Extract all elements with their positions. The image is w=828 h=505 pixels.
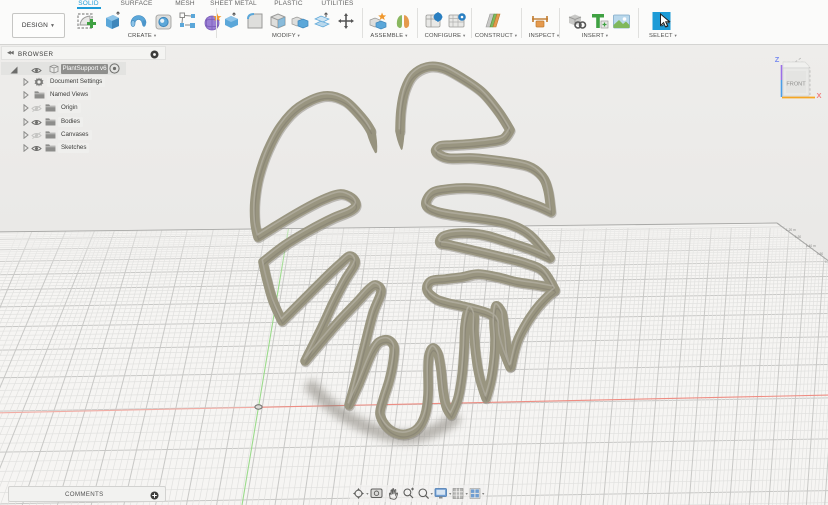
svg-text:1.40 m: 1.40 m <box>806 244 816 248</box>
svg-text:1.30: 1.30 <box>795 235 801 239</box>
svg-text:Z: Z <box>775 55 780 64</box>
svg-text:X: X <box>816 91 821 100</box>
svg-text:1.50: 1.50 <box>817 252 823 256</box>
svg-text:1.20 m: 1.20 m <box>786 228 796 232</box>
svg-text:FRONT: FRONT <box>786 82 806 88</box>
